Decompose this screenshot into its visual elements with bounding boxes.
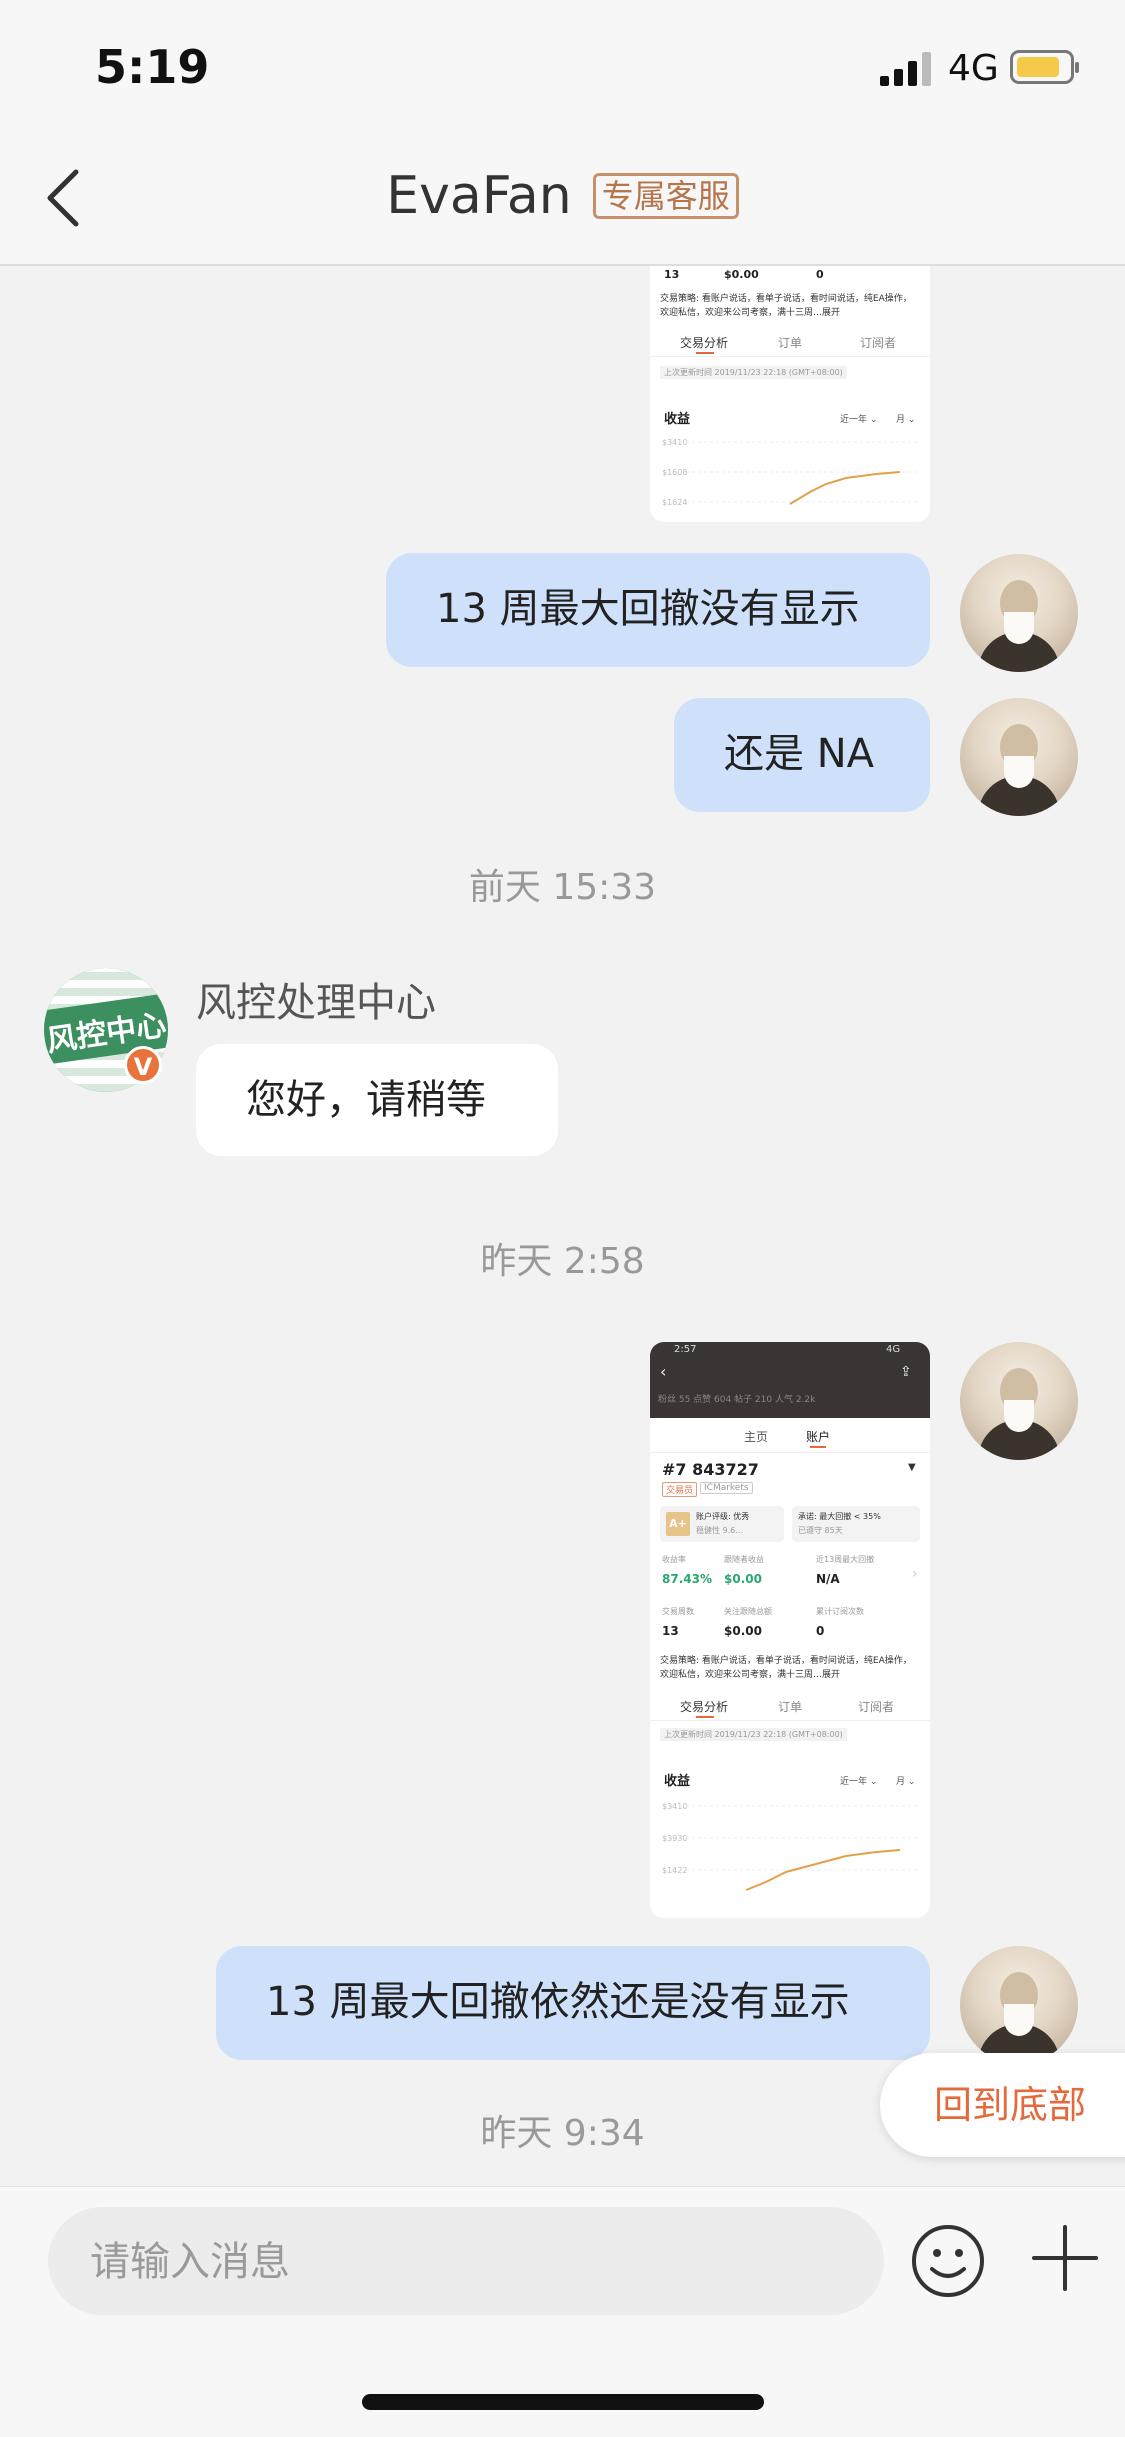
shot-back-icon: ‹ bbox=[660, 1362, 667, 1381]
shot-value-follow-total: $0.00 bbox=[724, 268, 759, 281]
shot-section-title: 收益 bbox=[664, 1774, 691, 1789]
shot-promise-box: 承诺: 最大回撤 < 35% 已遵守 85天 bbox=[792, 1506, 920, 1542]
shot-chevron-icon: › bbox=[912, 1566, 918, 1582]
shot-status-network: 4G bbox=[886, 1344, 901, 1355]
image-message-screenshot[interactable]: 2:57 4G ‹ ⇪ 粉丝 55 点赞 604 帖子 210 人气 2.2k … bbox=[650, 1342, 930, 1918]
user-avatar[interactable] bbox=[960, 1946, 1078, 2064]
shot-header-stats: 粉丝 55 点赞 604 帖子 210 人气 2.2k bbox=[658, 1395, 816, 1405]
message-timestamp: 前天 15:33 bbox=[468, 867, 657, 908]
user-avatar[interactable] bbox=[960, 1342, 1078, 1460]
shot-subtab-orders: 订单 bbox=[778, 1700, 803, 1714]
shot-y-label: $1608 bbox=[662, 468, 688, 477]
shot-header: 2:57 4G ‹ ⇪ 粉丝 55 点赞 604 帖子 210 人气 2.2k bbox=[650, 1342, 930, 1418]
scroll-to-bottom-button[interactable]: 回到底部 bbox=[880, 2053, 1125, 2157]
shot-earnings-chart bbox=[686, 1805, 920, 1891]
status-time: 5:19 bbox=[95, 40, 210, 94]
shot-section-title: 收益 bbox=[664, 412, 691, 427]
shot-label-weeks: 交易周数 bbox=[662, 1607, 694, 1616]
shot-subtab-subscribers: 订阅者 bbox=[860, 336, 897, 350]
nav-bar: EvaFan 专属客服 bbox=[0, 130, 1125, 266]
shot-y-label: $3410 bbox=[662, 1802, 688, 1811]
shot-subtab-analysis: 交易分析 bbox=[680, 1700, 729, 1714]
shot-subtabs: 交易分析 订单 订阅者 bbox=[650, 328, 930, 357]
shot-share-icon: ⇪ bbox=[900, 1364, 912, 1380]
shot-value-weeks: 13 bbox=[662, 1624, 679, 1638]
shot-subtab-analysis: 交易分析 bbox=[680, 336, 729, 350]
battery-icon bbox=[1010, 50, 1079, 84]
shot-range-option: 近一年 ⌄ bbox=[840, 415, 878, 425]
emoji-icon[interactable] bbox=[910, 2223, 986, 2299]
shot-label-return: 收益率 bbox=[662, 1555, 686, 1564]
shot-y-label: $3410 bbox=[662, 438, 688, 447]
shot-account-number: #7 843727 bbox=[662, 1460, 759, 1479]
shot-rating-text: 账户评级: 优秀 bbox=[696, 1512, 750, 1521]
chat-title: EvaFan bbox=[386, 166, 572, 226]
plus-icon[interactable] bbox=[1030, 2223, 1100, 2293]
shot-value-subscriptions: 0 bbox=[816, 1624, 825, 1638]
shot-updated-text: 上次更新时间 2019/11/23 22:18 (GMT+08:00) bbox=[660, 1728, 847, 1741]
home-indicator bbox=[362, 2394, 764, 2410]
shot-value-follower-return: $0.00 bbox=[724, 1572, 762, 1586]
message-input[interactable] bbox=[88, 2207, 852, 2317]
shot-subtabs: 交易分析 订单 订阅者 bbox=[650, 1692, 930, 1721]
shot-label-follow-total: 关注跟随总额 bbox=[724, 1607, 772, 1616]
shot-y-label: $3930 bbox=[662, 1834, 688, 1843]
shot-tag-trader: 交易员 bbox=[662, 1482, 698, 1497]
chat-message-list[interactable]: 13 $0.00 0 交易策略: 看账户说话，看单子说话，看时间说话，纯EA操作… bbox=[0, 266, 1125, 2186]
shot-label-max-drawdown: 近13周最大回撤 bbox=[816, 1555, 875, 1564]
signal-icon bbox=[880, 52, 931, 86]
shot-subtab-underline bbox=[696, 352, 714, 354]
service-badge: 专属客服 bbox=[592, 173, 739, 219]
network-type: 4G bbox=[948, 48, 999, 89]
shot-tab-home: 主页 bbox=[744, 1430, 769, 1444]
shot-dropdown-icon: ▼ bbox=[908, 1462, 916, 1473]
shot-y-label: $1422 bbox=[662, 1866, 688, 1875]
shot-strategy-text: 交易策略: 看账户说话，看单子说话，看时间说话，纯EA操作，欢迎私信，欢迎来公司… bbox=[660, 1656, 912, 1680]
shot-earnings-chart bbox=[686, 441, 920, 505]
shot-subtab-subscribers: 订阅者 bbox=[858, 1700, 895, 1714]
shot-updated-text: 上次更新时间 2019/11/23 22:18 (GMT+08:00) bbox=[660, 366, 847, 379]
nav-title-group: EvaFan 专属客服 bbox=[0, 166, 1125, 226]
shot-label-follower-return: 跟随者收益 bbox=[724, 1555, 764, 1564]
shot-value-return: 87.43% bbox=[662, 1572, 712, 1586]
shot-tag-broker: ICMarkets bbox=[700, 1482, 753, 1494]
message-input-container[interactable] bbox=[48, 2207, 884, 2317]
verified-badge-icon: V bbox=[124, 1046, 162, 1084]
shot-promise-text: 承诺: 最大回撤 < 35% bbox=[798, 1512, 881, 1521]
user-avatar[interactable] bbox=[960, 698, 1078, 816]
image-message-screenshot[interactable]: 13 $0.00 0 交易策略: 看账户说话，看单子说话，看时间说话，纯EA操作… bbox=[650, 266, 930, 522]
shot-value-follow-total: $0.00 bbox=[724, 1624, 762, 1638]
user-avatar[interactable] bbox=[960, 554, 1078, 672]
sender-name: 风控处理中心 bbox=[196, 980, 436, 1026]
shot-value-subscriptions: 0 bbox=[816, 268, 824, 281]
shot-rating-box: A+ 账户评级: 优秀 稳健性 9.6… bbox=[660, 1506, 784, 1542]
shot-tab-underline bbox=[810, 1446, 826, 1448]
outgoing-message[interactable]: 13 周最大回撤依然还是没有显示 bbox=[216, 1946, 930, 2060]
shot-range-option: 近一年 ⌄ bbox=[840, 1777, 878, 1787]
outgoing-message[interactable]: 13 周最大回撤没有显示 bbox=[386, 553, 930, 667]
shot-status-time: 2:57 bbox=[674, 1344, 697, 1355]
shot-subtab-orders: 订单 bbox=[778, 336, 803, 350]
shot-tab-account: 账户 bbox=[806, 1430, 831, 1444]
shot-promise-sub: 已遵守 85天 bbox=[798, 1526, 843, 1535]
shot-y-label: $1624 bbox=[662, 498, 688, 507]
shot-value-max-drawdown: N/A bbox=[816, 1572, 840, 1586]
shot-grade-badge: A+ bbox=[666, 1512, 690, 1536]
shot-rating-sub: 稳健性 9.6… bbox=[696, 1526, 744, 1535]
shot-value-weeks: 13 bbox=[664, 268, 680, 281]
message-timestamp: 昨天 2:58 bbox=[480, 1241, 645, 1282]
shot-subtab-underline bbox=[696, 1716, 714, 1718]
shot-period-option: 月 ⌄ bbox=[896, 415, 916, 425]
incoming-message[interactable]: 您好，请稍等 bbox=[196, 1044, 558, 1156]
shot-nav-tabs: 主页 账户 bbox=[650, 1418, 930, 1453]
outgoing-message[interactable]: 还是 NA bbox=[674, 698, 930, 812]
shot-label-subscriptions: 累计订阅次数 bbox=[816, 1607, 864, 1616]
shot-strategy-text: 交易策略: 看账户说话，看单子说话，看时间说话，纯EA操作，欢迎私信，欢迎来公司… bbox=[660, 294, 912, 318]
status-bar: 5:19 4G bbox=[0, 0, 1125, 130]
shot-period-option: 月 ⌄ bbox=[896, 1777, 916, 1787]
